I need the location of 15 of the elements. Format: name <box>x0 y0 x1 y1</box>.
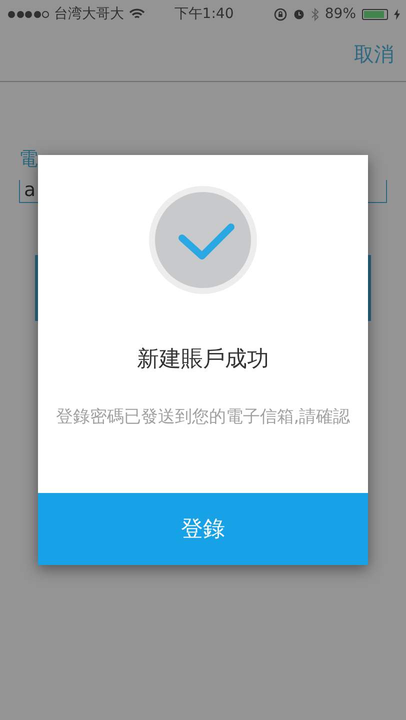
checkmark-icon <box>149 186 257 294</box>
charging-icon <box>394 8 400 20</box>
wifi-icon <box>129 8 145 20</box>
login-button[interactable]: 登錄 <box>38 493 368 565</box>
bluetooth-icon <box>310 8 319 20</box>
battery-icon <box>362 8 388 20</box>
battery-percent: 89% <box>324 6 356 22</box>
alarm-icon <box>292 8 305 20</box>
rotation-lock-icon <box>274 8 287 20</box>
carrier-name: 台湾大哥大 <box>54 5 124 23</box>
email-label: 電 <box>19 147 38 172</box>
status-time: 下午1:40 <box>174 5 234 23</box>
dialog-message: 登錄密碼已發送到您的電子信箱,請確認 <box>54 406 352 429</box>
dialog-title: 新建賬戶成功 <box>137 346 269 374</box>
cancel-button[interactable]: 取消 <box>354 41 394 68</box>
